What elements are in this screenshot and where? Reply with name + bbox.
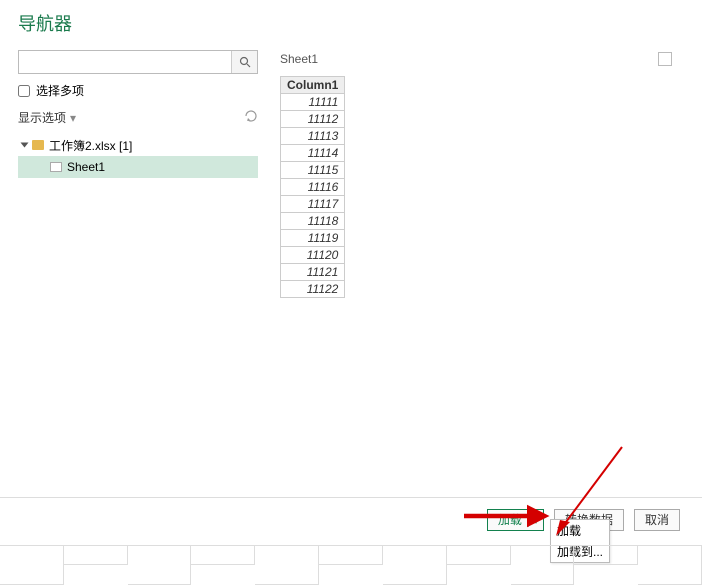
search-input[interactable] (19, 51, 231, 73)
load-button-label: 加载 (498, 511, 522, 528)
table-cell: 11117 (281, 196, 345, 213)
tree-file-label: 工作簿2.xlsx [1] (49, 137, 132, 154)
table-cell: 11115 (281, 162, 345, 179)
caret-icon (21, 143, 29, 148)
table-cell: 11121 (281, 264, 345, 281)
multi-select-checkbox[interactable] (18, 85, 30, 97)
tree-file-node[interactable]: 工作簿2.xlsx [1] (18, 134, 258, 156)
search-wrap (18, 50, 258, 74)
table-cell: 11111 (281, 94, 345, 111)
table-cell: 11120 (281, 247, 345, 264)
preview-refresh-icon[interactable] (658, 52, 672, 66)
table-cell: 11113 (281, 128, 345, 145)
tree-sheet-label: Sheet1 (67, 160, 105, 174)
search-icon (239, 56, 251, 68)
table-cell: 11119 (281, 230, 345, 247)
table-cell: 11122 (281, 281, 345, 298)
multi-select-label: 选择多项 (36, 82, 84, 99)
load-split-arrow[interactable]: ▾ (528, 513, 539, 527)
table-cell: 11112 (281, 111, 345, 128)
multi-select-row: 选择多项 (18, 82, 258, 99)
preview-panel: Sheet1 Column1 1111111112111131111411115… (258, 42, 702, 298)
preview-table: Column1 11111111121111311114111151111611… (280, 76, 345, 298)
refresh-icon[interactable] (244, 109, 258, 126)
tree-panel: 选择多项 显示选项 ▾ 工作簿2.xlsx [1] Sheet1 (18, 42, 258, 298)
spreadsheet-grid-background (0, 545, 702, 585)
search-button[interactable] (231, 51, 257, 73)
tree-sheet-node[interactable]: Sheet1 (18, 156, 258, 178)
load-button[interactable]: 加载 ▾ (487, 509, 544, 531)
display-options-label: 显示选项 (18, 109, 66, 126)
dropdown-load-item[interactable]: 加载 (551, 520, 609, 541)
cancel-button[interactable]: 取消 (634, 509, 680, 531)
display-options-button[interactable]: 显示选项 ▾ (18, 109, 76, 126)
navigator-title: 导航器 (0, 0, 702, 42)
table-cell: 11118 (281, 213, 345, 230)
column-header[interactable]: Column1 (281, 77, 345, 94)
sheet-icon (50, 162, 62, 172)
table-cell: 11116 (281, 179, 345, 196)
preview-title: Sheet1 (280, 52, 318, 66)
table-cell: 11114 (281, 145, 345, 162)
folder-icon (32, 140, 44, 150)
chevron-down-icon: ▾ (70, 111, 76, 125)
